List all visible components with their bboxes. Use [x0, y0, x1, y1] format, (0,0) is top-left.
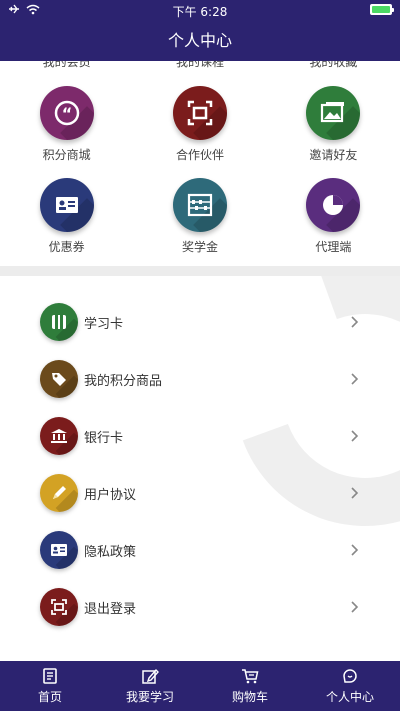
abacus-icon: [172, 178, 227, 232]
id-card-icon: [40, 531, 78, 569]
edit-icon: [142, 668, 159, 684]
grid-item-agent[interactable]: 代理端: [267, 178, 400, 255]
bank-icon: [40, 417, 78, 455]
tab-label: 首页: [37, 690, 62, 704]
grid-label: 代理端: [315, 240, 352, 254]
tab-study[interactable]: 我要学习: [100, 661, 200, 711]
grid-label: 奖学金: [181, 240, 218, 254]
svg-text:“: “: [61, 104, 72, 123]
tab-label: 购物车: [231, 690, 268, 704]
list-item-study-card[interactable]: 学习卡: [0, 296, 400, 348]
list-item-my-points-goods[interactable]: 我的积分商品: [0, 353, 400, 405]
list-label: 用户协议: [84, 487, 137, 503]
bottom-tab-bar: 首页 我要学习 购物车 个人中心: [0, 661, 400, 711]
tab-profile[interactable]: 个人中心: [300, 661, 400, 711]
frame-icon: [172, 86, 227, 140]
tab-label: 我要学习: [125, 690, 174, 704]
list-label: 学习卡: [84, 316, 124, 332]
list-item-bank-card[interactable]: 银行卡: [0, 410, 400, 462]
grid-item-partners[interactable]: 合作伙伴: [133, 86, 266, 163]
list-label: 我的积分商品: [84, 373, 163, 389]
my-membership-label[interactable]: 我的会员: [0, 61, 133, 70]
home-doc-icon: [43, 668, 57, 684]
tab-home[interactable]: 首页: [0, 661, 100, 711]
list-label: 退出登录: [84, 601, 137, 617]
chevron-right-icon: [351, 373, 359, 385]
my-courses-label[interactable]: 我的课程: [133, 61, 266, 70]
list-label: 隐私政策: [84, 544, 137, 560]
pie-chart-icon: [306, 178, 361, 232]
list-label: 银行卡: [84, 430, 124, 446]
cart-icon: [242, 669, 259, 684]
card-icon: [40, 303, 78, 341]
chevron-right-icon: [351, 544, 359, 556]
quote-icon: “: [39, 86, 94, 140]
frame-icon: [40, 588, 78, 626]
tag-icon: [40, 360, 78, 398]
tab-label: 个人中心: [325, 690, 374, 704]
grid-label: 积分商城: [42, 148, 91, 162]
list-item-user-agreement[interactable]: 用户协议: [0, 467, 400, 519]
grid-label: 邀请好友: [309, 148, 358, 162]
list-item-logout[interactable]: 退出登录: [0, 581, 400, 633]
grid-item-scholarship[interactable]: 奖学金: [133, 178, 266, 255]
grid-item-points-mall[interactable]: “ 积分商城: [0, 86, 133, 163]
chevron-right-icon: [351, 316, 359, 328]
section-divider: [0, 266, 400, 276]
status-bar: 下午 6:28: [0, 0, 400, 20]
chevron-right-icon: [351, 487, 359, 499]
grid-label: 优惠券: [48, 240, 85, 254]
list-item-privacy-policy[interactable]: 隐私政策: [0, 524, 400, 576]
pen-icon: [40, 474, 78, 512]
status-time: 下午 6:28: [172, 5, 228, 19]
id-card-icon: [39, 178, 94, 232]
grid-item-coupons[interactable]: 优惠券: [0, 178, 133, 255]
grid-label: 合作伙伴: [175, 148, 224, 162]
image-icon: [306, 86, 361, 140]
settings-list: 学习卡 我的积分商品 银行卡 用户协议 隐私政策 退出登录: [0, 276, 400, 661]
my-favorites-label[interactable]: 我的收藏: [267, 61, 400, 70]
chevron-right-icon: [351, 601, 359, 613]
chat-icon: [343, 669, 357, 683]
grid-item-invite-friends[interactable]: 邀请好友: [267, 86, 400, 163]
feature-grid: 我的会员 我的课程 我的收藏 “ 积分商城 合作伙伴 邀请好友 优惠券 奖学金 …: [0, 61, 400, 266]
chevron-right-icon: [351, 430, 359, 442]
cut-off-row: 我的会员 我的课程 我的收藏: [0, 61, 400, 70]
tab-cart[interactable]: 购物车: [200, 661, 300, 711]
battery-icon: [370, 4, 394, 15]
page-title: 个人中心: [0, 20, 400, 61]
